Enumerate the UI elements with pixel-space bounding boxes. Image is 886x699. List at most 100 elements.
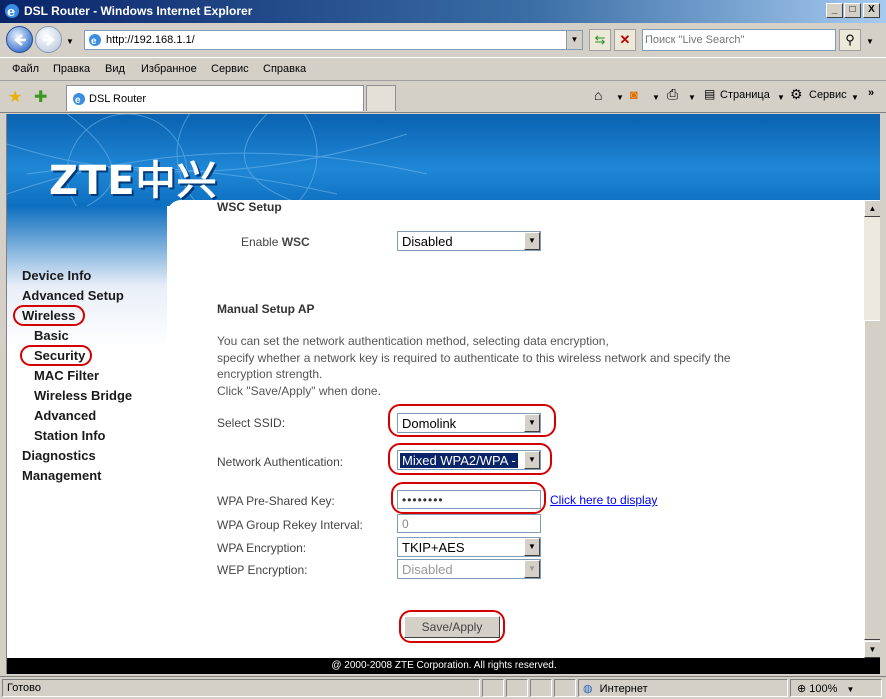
rekey-input[interactable]: 0 xyxy=(397,514,541,533)
search-options-icon[interactable]: ▼ xyxy=(866,37,874,46)
window-title: DSL Router - Windows Internet Explorer xyxy=(24,4,253,18)
back-button[interactable] xyxy=(6,26,33,53)
zoom-level: 100% xyxy=(809,683,838,695)
nav-basic[interactable]: Basic xyxy=(34,328,69,343)
highlight-ring-wireless xyxy=(13,305,85,326)
description-line: specify whether a network key is require… xyxy=(217,350,731,365)
minimize-button[interactable]: _ xyxy=(826,3,843,18)
search-button[interactable]: ⚲ xyxy=(839,29,861,51)
forward-button[interactable] xyxy=(35,26,62,53)
print-dropdown-icon[interactable]: ▼ xyxy=(688,93,696,102)
close-window-button[interactable]: X xyxy=(863,3,880,18)
status-panel xyxy=(554,679,576,697)
wpa-encryption-label: WPA Encryption: xyxy=(217,541,307,555)
status-panel xyxy=(530,679,552,697)
back-arrow-icon xyxy=(14,34,26,46)
tab-label: DSL Router xyxy=(89,93,147,105)
nav-wireless-bridge[interactable]: Wireless Bridge xyxy=(34,388,132,403)
menu-tools[interactable]: Сервис xyxy=(211,63,249,75)
highlight-ring-auth xyxy=(388,443,552,475)
search-input[interactable] xyxy=(645,32,833,48)
scroll-down-icon[interactable]: ▼ xyxy=(864,641,880,658)
page-menu-dropdown-icon[interactable]: ▼ xyxy=(777,93,785,102)
nav-advanced[interactable]: Advanced xyxy=(34,408,96,423)
stop-button[interactable]: ✕ xyxy=(614,29,636,51)
left-navigation: Device Info Advanced Setup Wireless Basi… xyxy=(7,206,167,674)
zoom-dropdown-icon: ▼ xyxy=(846,685,855,694)
home-dropdown-icon[interactable]: ▼ xyxy=(616,93,624,102)
nav-diagnostics[interactable]: Diagnostics xyxy=(22,448,96,463)
zte-logo-text: ZTE中兴 xyxy=(49,158,218,204)
router-banner: ZTE中兴 xyxy=(7,114,880,206)
wep-encryption-value: Disabled xyxy=(402,562,453,577)
nav-mac-filter[interactable]: MAC Filter xyxy=(34,368,99,383)
main-content: WSC Setup Enable WSC Disabled ▼ Manual S… xyxy=(167,200,864,660)
nav-management[interactable]: Management xyxy=(22,468,101,483)
manual-setup-description: You can set the network authentication m… xyxy=(217,333,817,399)
scrollbar-thumb[interactable] xyxy=(864,320,880,640)
page-scrollbar[interactable]: ▲ ▼ xyxy=(864,200,880,658)
menu-favorites[interactable]: Избранное xyxy=(141,63,197,75)
chevron-down-icon: ▼ xyxy=(524,560,540,578)
add-favorite-icon[interactable]: ✚ xyxy=(34,87,47,107)
page-icon: e xyxy=(89,34,101,47)
status-bar: Готово ◍ Интернет ⊕ 100% ▼ xyxy=(0,676,886,699)
menu-view[interactable]: Вид xyxy=(105,63,125,75)
wpa-encryption-value: TKIP+AES xyxy=(402,540,465,555)
home-icon[interactable]: ⌂ xyxy=(594,87,602,103)
nav-device-info[interactable]: Device Info xyxy=(22,268,91,283)
feeds-dropdown-icon[interactable]: ▼ xyxy=(652,93,660,102)
feeds-icon[interactable]: ◙ xyxy=(630,87,638,102)
wep-encryption-label: WEP Encryption: xyxy=(217,563,308,577)
svg-text:e: e xyxy=(7,5,15,19)
print-icon[interactable]: ⎙ xyxy=(667,86,678,103)
history-dropdown-icon[interactable]: ▼ xyxy=(66,37,74,46)
zoom-control[interactable]: ⊕ 100% ▼ xyxy=(790,679,882,697)
nav-station-info[interactable]: Station Info xyxy=(34,428,106,443)
manual-setup-title: Manual Setup AP xyxy=(217,302,315,316)
tab-dsl-router[interactable]: e DSL Router xyxy=(66,85,364,111)
status-text: Готово xyxy=(2,679,480,697)
favorites-star-icon[interactable]: ★ xyxy=(8,87,22,107)
description-line: Click "Save/Apply" when done. xyxy=(217,383,381,398)
menu-edit[interactable]: Правка xyxy=(53,63,90,75)
zone-label: Интернет xyxy=(599,683,648,695)
refresh-button[interactable]: ⇆ xyxy=(589,29,611,51)
page-viewport: ZTE中兴 Device Info Advanced Setup Wireles… xyxy=(6,114,880,674)
search-box[interactable] xyxy=(642,29,836,51)
nav-advanced-setup[interactable]: Advanced Setup xyxy=(22,288,124,303)
enable-wsc-value: Disabled xyxy=(402,234,453,249)
tab-page-icon: e xyxy=(73,93,85,106)
forward-arrow-icon xyxy=(43,34,55,46)
ssid-label: Select SSID: xyxy=(217,416,286,430)
maximize-button[interactable]: □ xyxy=(844,3,861,18)
address-url[interactable]: http://192.168.1.1/ xyxy=(106,34,195,46)
menu-file[interactable]: Файл xyxy=(12,63,39,75)
address-bar[interactable]: e http://192.168.1.1/ ▼ xyxy=(84,30,583,50)
enable-wsc-select[interactable]: Disabled ▼ xyxy=(397,231,541,251)
display-key-link[interactable]: Click here to display xyxy=(550,493,657,507)
scroll-up-icon[interactable]: ▲ xyxy=(864,200,880,217)
zte-logo: ZTE中兴 xyxy=(49,148,218,206)
psk-label: WPA Pre-Shared Key: xyxy=(217,494,335,508)
page-footer: @ 2000-2008 ZTE Corporation. All rights … xyxy=(7,658,880,674)
new-tab-button[interactable] xyxy=(366,85,396,111)
toolbar-chevron-icon[interactable]: » xyxy=(868,87,874,99)
rekey-value: 0 xyxy=(402,517,409,531)
address-dropdown-icon[interactable]: ▼ xyxy=(566,31,582,49)
wep-encryption-select[interactable]: Disabled ▼ xyxy=(397,559,541,579)
page-menu-icon: ▤ xyxy=(704,87,716,101)
window-title-bar: e DSL Router - Windows Internet Explorer… xyxy=(0,0,886,23)
wpa-encryption-select[interactable]: TKIP+AES ▼ xyxy=(397,537,541,557)
highlight-ring-security xyxy=(20,345,92,366)
tools-dropdown-icon[interactable]: ▼ xyxy=(851,93,859,102)
enable-wsc-label-strong: WSC xyxy=(281,235,310,249)
ie-logo-icon: e xyxy=(5,4,19,19)
enable-wsc-label-prefix: Enable xyxy=(241,235,282,249)
zone-panel: ◍ Интернет xyxy=(578,679,788,697)
page-menu-button[interactable]: Страница xyxy=(720,89,770,101)
auth-label: Network Authentication: xyxy=(217,455,344,469)
highlight-ring-ssid xyxy=(388,404,556,437)
menu-help[interactable]: Справка xyxy=(263,63,306,75)
tools-menu-button[interactable]: Сервис xyxy=(809,89,847,101)
